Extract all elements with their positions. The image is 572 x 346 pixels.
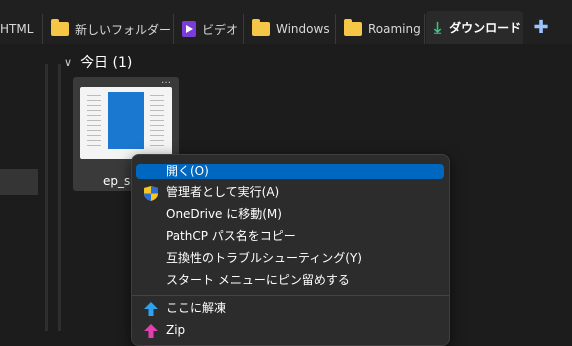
tab-label: 新しいフォルダー (6) <box>75 22 173 37</box>
menu-separator <box>132 295 449 296</box>
thumbnail-lines <box>87 95 101 147</box>
menu-item-label: OneDrive に移動(M) <box>166 207 282 221</box>
thumbnail-window <box>108 92 144 149</box>
plus-icon: ✚ <box>533 17 549 38</box>
tab-label: Roaming <box>368 22 421 36</box>
tab-label: Windows <box>276 22 330 36</box>
extract-arrow-icon <box>143 301 159 317</box>
tab-label: ビデオ <box>202 22 239 37</box>
uac-shield-icon <box>143 185 159 201</box>
menu-item-label: 管理者として実行(A) <box>166 185 280 199</box>
nav-pane-selected-item[interactable] <box>0 169 38 195</box>
group-label: 今日 (1) <box>80 55 133 71</box>
zip-icon <box>143 323 159 339</box>
menu-item-label: 互換性のトラブルシューティング(Y) <box>166 251 362 265</box>
menu-item-open[interactable]: 開く(O) <box>136 164 444 179</box>
menu-item-label: PathCP パス名をコピー <box>166 229 296 243</box>
tab-windows[interactable]: Windows <box>244 14 336 44</box>
menu-item-label: 開く(O) <box>166 164 209 178</box>
menu-item-extract-here[interactable]: ここに解凍 <box>136 298 444 319</box>
group-header-today[interactable]: ∨ 今日 (1) <box>64 52 132 72</box>
nav-pane-scrollbar[interactable] <box>58 64 61 331</box>
more-dots-icon: … <box>161 75 171 86</box>
tab-label: ダウンロード <box>449 21 522 35</box>
thumbnail-lines <box>150 95 164 147</box>
menu-item-compat-troubleshoot[interactable]: 互換性のトラブルシューティング(Y) <box>136 248 444 269</box>
tab-html[interactable]: HTML <box>0 14 43 44</box>
file-thumbnail <box>80 87 172 159</box>
folder-icon <box>252 19 270 36</box>
menu-item-run-as-admin[interactable]: 管理者として実行(A) <box>136 182 444 203</box>
tab-bar: HTML 新しいフォルダー (6) ビデオ Windows Roaming ⤓ … <box>0 0 572 44</box>
context-menu: 開く(O) 管理者として実行(A) OneDrive に移動(M) PathCP… <box>131 154 450 346</box>
tab-roaming[interactable]: Roaming <box>336 14 425 44</box>
menu-item-label: Zip <box>166 323 186 337</box>
tab-video[interactable]: ビデオ <box>174 14 244 44</box>
download-icon: ⤓ <box>434 17 442 37</box>
menu-item-label: ここに解凍 <box>166 301 227 315</box>
tab-label: HTML <box>0 22 34 36</box>
video-folder-icon <box>182 21 196 37</box>
new-tab-button[interactable]: ✚ <box>530 17 552 39</box>
chevron-down-icon: ∨ <box>64 55 73 69</box>
menu-item-pathcp-copy[interactable]: PathCP パス名をコピー <box>136 226 444 247</box>
menu-item-move-to-onedrive[interactable]: OneDrive に移動(M) <box>136 204 444 225</box>
tab-new-folder-6[interactable]: 新しいフォルダー (6) <box>43 14 174 44</box>
menu-item-pin-to-start[interactable]: スタート メニューにピン留めする <box>136 270 444 291</box>
folder-icon <box>51 19 69 36</box>
menu-item-label: スタート メニューにピン留めする <box>166 273 350 287</box>
folder-icon <box>344 19 362 36</box>
nav-pane-splitter[interactable] <box>45 64 48 331</box>
tab-downloads[interactable]: ⤓ ダウンロード <box>426 11 523 44</box>
